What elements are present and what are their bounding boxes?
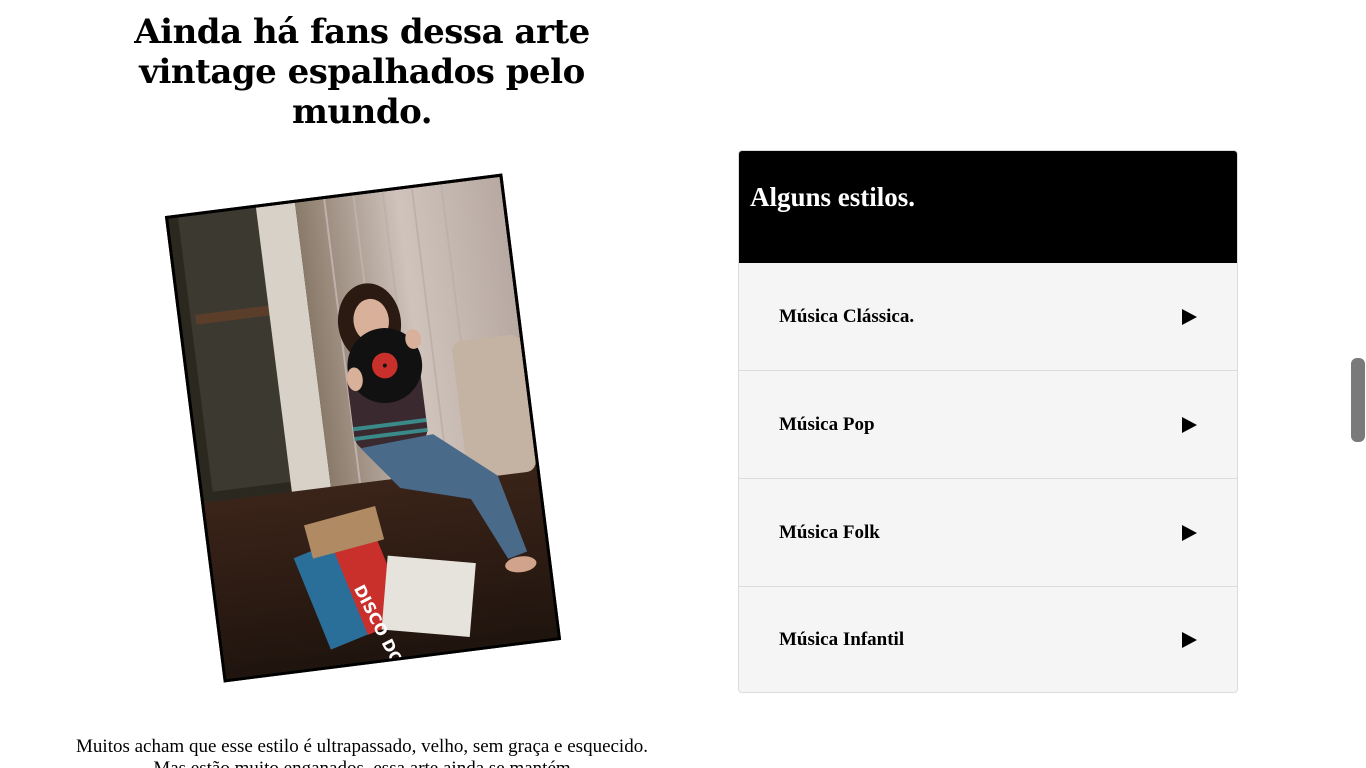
play-arrow-icon[interactable] <box>1182 416 1197 433</box>
style-item-label: Música Clássica. <box>779 305 915 327</box>
photo-illustration: DISCO DO POVO <box>168 176 558 680</box>
play-arrow-icon[interactable] <box>1182 524 1197 541</box>
style-item-label: Música Pop <box>779 413 875 435</box>
section-heading: Ainda há fans dessa arte vintage espalha… <box>134 12 590 132</box>
style-item-label: Música Folk <box>779 521 880 543</box>
style-item-pop[interactable]: Música Pop <box>739 371 1237 479</box>
style-item-classica[interactable]: Música Clássica. <box>739 263 1237 371</box>
page-scrollbar-thumb[interactable] <box>1351 358 1365 442</box>
style-item-folk[interactable]: Música Folk <box>739 479 1237 587</box>
style-item-infantil[interactable]: Música Infantil <box>739 587 1237 692</box>
page: Ainda há fans dessa arte vintage espalha… <box>0 0 1366 768</box>
play-arrow-icon[interactable] <box>1182 308 1197 325</box>
card-title: Alguns estilos. <box>750 181 916 212</box>
intro-paragraph: Muitos acham que esse estilo é ultrapass… <box>76 736 648 768</box>
vinyl-girl-photo: DISCO DO POVO <box>164 173 562 683</box>
style-item-label: Música Infantil <box>779 629 905 650</box>
card-header: Alguns estilos. <box>739 151 1237 263</box>
play-arrow-icon[interactable] <box>1182 632 1197 648</box>
music-styles-card: Alguns estilos. Música Clássica. Música … <box>738 150 1238 693</box>
